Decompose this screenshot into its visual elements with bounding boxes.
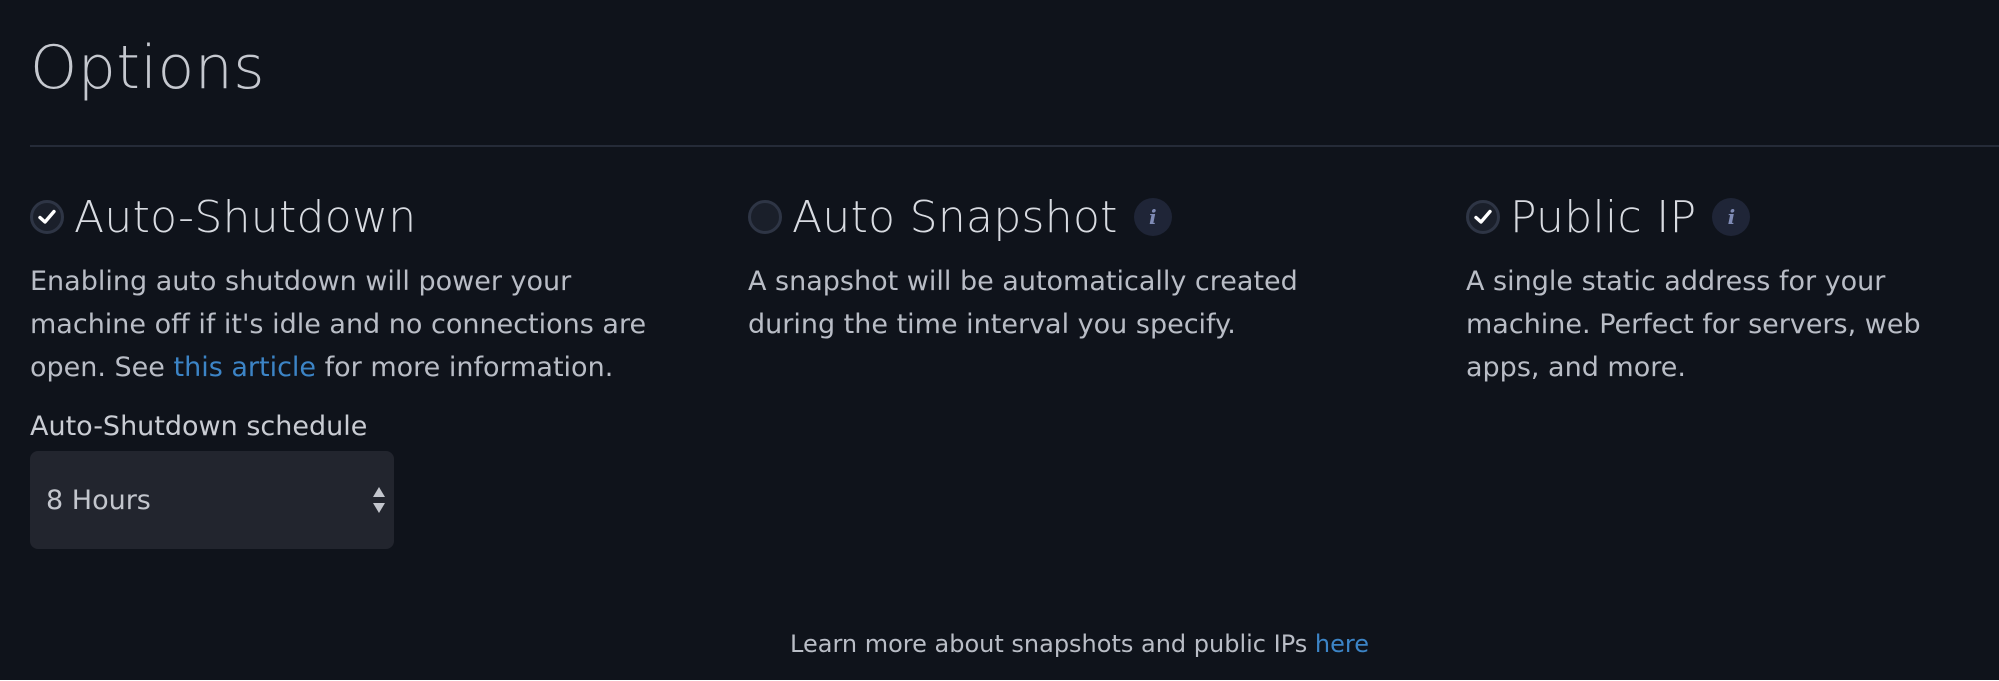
public-ip-checkbox[interactable] bbox=[1466, 200, 1500, 234]
auto-snapshot-checkbox[interactable] bbox=[748, 200, 782, 234]
schedule-label: Auto-Shutdown schedule bbox=[30, 411, 368, 442]
option-public-ip: Public IP i A single static address for … bbox=[1466, 190, 1999, 389]
checkmark-icon bbox=[1474, 209, 1492, 224]
option-auto-shutdown: Auto-Shutdown Enabling auto shutdown wil… bbox=[30, 190, 710, 549]
footer-note: Learn more about snapshots and public IP… bbox=[0, 630, 1999, 658]
schedule-selected-value: 8 Hours bbox=[46, 484, 151, 516]
footer-text: Learn more about snapshots and public IP… bbox=[790, 630, 1315, 658]
public-ip-description: A single static address for your machine… bbox=[1466, 266, 1921, 383]
checkmark-icon bbox=[38, 209, 56, 224]
info-icon[interactable]: i bbox=[1133, 198, 1172, 236]
auto-shutdown-desc-text-after: for more information. bbox=[316, 352, 614, 383]
public-ip-title: Public IP bbox=[1510, 191, 1697, 243]
title-divider bbox=[30, 145, 1999, 147]
info-icon[interactable]: i bbox=[1712, 198, 1751, 236]
auto-shutdown-title: Auto-Shutdown bbox=[74, 191, 417, 243]
auto-shutdown-description: Enabling auto shutdown will power your m… bbox=[30, 260, 690, 389]
learn-more-here-link[interactable]: here bbox=[1315, 630, 1369, 658]
options-panel: Options Auto-Shutdown Enabling auto shut… bbox=[0, 0, 1999, 680]
page-title: Options bbox=[30, 33, 266, 103]
up-down-arrows-icon bbox=[373, 487, 385, 513]
auto-shutdown-checkbox[interactable] bbox=[30, 200, 64, 234]
auto-snapshot-description: A snapshot will be automatically created… bbox=[748, 266, 1298, 340]
schedule-select[interactable]: 8 Hours bbox=[30, 451, 394, 549]
option-header: Public IP i bbox=[1466, 190, 1999, 244]
option-header: Auto-Shutdown bbox=[30, 190, 710, 244]
option-auto-snapshot: Auto Snapshot i A snapshot will be autom… bbox=[748, 190, 1428, 346]
option-header: Auto Snapshot i bbox=[748, 190, 1428, 244]
this-article-link[interactable]: this article bbox=[174, 352, 317, 383]
auto-snapshot-title: Auto Snapshot bbox=[792, 191, 1118, 243]
